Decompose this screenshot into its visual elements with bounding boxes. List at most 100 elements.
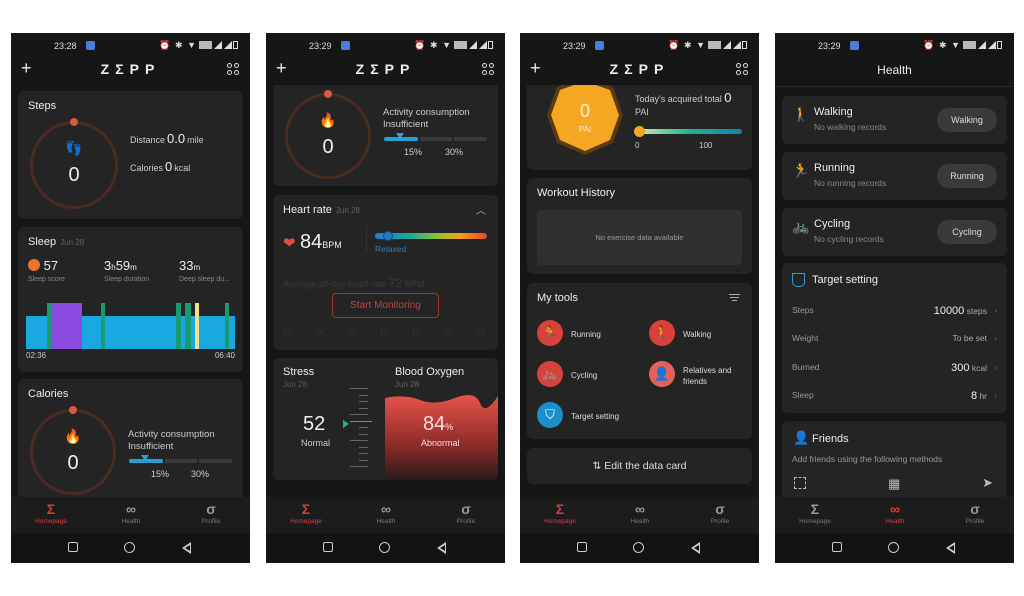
sleep-score: 57 Sleep score <box>28 258 65 283</box>
workout-history-card[interactable]: Workout History No exercise data availab… <box>527 178 752 274</box>
tab-health[interactable]: ∞ Health <box>356 500 416 525</box>
pai-scale-max: 100 <box>699 141 713 150</box>
sort-menu-icon[interactable] <box>729 294 740 301</box>
screen-homepage-1: 23:28 ⏰ ✱ ▼ + ZΣPP Steps 👣 0 Distance 0.0… <box>11 33 250 563</box>
heart-rate-zone-bar <box>375 231 487 241</box>
steps-value: 0 <box>68 164 80 186</box>
hr-axis-label: 24 <box>475 328 485 337</box>
qr-code-icon[interactable]: ▦ <box>888 476 900 492</box>
heart-rate-title: Heart rate Jun 28 <box>283 204 360 216</box>
apps-grid-icon[interactable] <box>227 63 239 75</box>
tab-profile[interactable]: σ Profile <box>945 500 1005 525</box>
send-icon[interactable]: ➤ <box>982 475 993 491</box>
target-row-burned[interactable]: Burned 300 kcal › <box>792 362 997 376</box>
health-icon: ∞ <box>126 501 136 517</box>
sort-arrows-icon: ⇅ <box>592 460 602 472</box>
running-button[interactable]: Running <box>937 164 997 188</box>
sigma-icon: Σ <box>301 501 311 517</box>
tab-profile[interactable]: σ Profile <box>181 500 241 525</box>
back-button[interactable] <box>946 542 955 554</box>
tab-homepage[interactable]: Σ Homepage <box>276 500 336 525</box>
stress-oxygen-card[interactable]: Stress Jun 28 52 Normal Blood Oxygen Jun… <box>273 358 498 480</box>
workout-history-title: Workout History <box>537 187 616 199</box>
tab-homepage[interactable]: Σ Homepage <box>21 500 81 525</box>
tab-health[interactable]: ∞ Health <box>101 500 161 525</box>
sleep-stage-chart <box>26 303 235 349</box>
hr-axis-label: 12 <box>379 328 389 337</box>
status-icons: ⏰ ✱ ▼ <box>414 40 493 51</box>
chevron-right-icon: › <box>994 305 997 315</box>
running-row[interactable]: 🏃 Running No running records Running <box>782 152 1007 200</box>
target-row-weight[interactable]: Weight To be set › <box>792 333 997 347</box>
screen-homepage-2: 23:29 ⏰ ✱ ▼ + ZΣPP 🔥 0 Activity consumpt… <box>266 33 505 563</box>
sleep-card[interactable]: Sleep Jun 28 57 Sleep score 3h59m Sleep d… <box>18 227 243 372</box>
tab-homepage[interactable]: Σ Homepage <box>785 500 845 525</box>
status-time: 23:29 <box>309 41 332 51</box>
tab-health[interactable]: ∞ Health <box>610 500 670 525</box>
back-button[interactable] <box>437 542 446 554</box>
recents-button[interactable] <box>832 542 842 552</box>
walking-button[interactable]: Walking <box>937 108 997 132</box>
home-button[interactable] <box>124 542 135 553</box>
app-bar: Health <box>775 57 1014 87</box>
calories-card[interactable]: Calories 🔥 0 Activity consumption Insuffi… <box>18 379 243 509</box>
back-button[interactable] <box>691 542 700 554</box>
mark-15: 15% <box>151 469 170 479</box>
collapse-chevron-icon[interactable]: ︿ <box>476 202 486 217</box>
status-bar: 23:29 ⏰ ✱ ▼ <box>775 33 1014 57</box>
calories-title: Calories <box>28 388 69 400</box>
pai-today: Today's acquired total 0 PAI <box>635 90 732 117</box>
cycling-row[interactable]: 🚲 Cycling No cycling records Cycling <box>782 208 1007 256</box>
pai-label: PAI <box>578 125 592 134</box>
home-button[interactable] <box>633 542 644 553</box>
stress-tick <box>359 427 368 428</box>
home-button[interactable] <box>379 542 390 553</box>
blood-oxygen-date: Jun 28 <box>395 380 420 389</box>
app-bar: + ZΣPP <box>266 57 505 83</box>
recents-button[interactable] <box>323 542 333 552</box>
cycling-button[interactable]: Cycling <box>937 220 997 244</box>
stress-tick <box>359 446 368 448</box>
flame-icon: 🔥 <box>64 428 82 444</box>
stress-pointer <box>343 420 349 428</box>
steps-card[interactable]: Steps 👣 0 Distance 0.0 mile Calories 0 kcal <box>18 91 243 219</box>
app-bar: + ZΣPP <box>520 57 759 83</box>
apps-grid-icon[interactable] <box>482 63 494 75</box>
heart-rate-card[interactable]: Heart rate Jun 28 ︿ ❤ 84BPM Relaxed Avera… <box>273 195 498 350</box>
stress-tick <box>350 466 368 467</box>
cycling-icon: 🚲 <box>537 361 563 387</box>
hr-axis-label: 04 <box>315 328 325 337</box>
notification-icon <box>341 41 350 50</box>
target-row-sleep[interactable]: Sleep 8 hr › <box>792 390 997 404</box>
apps-grid-icon[interactable] <box>736 63 748 75</box>
stress-panel[interactable]: Stress Jun 28 52 Normal <box>273 358 381 480</box>
tab-profile[interactable]: σ Profile <box>436 500 496 525</box>
tab-homepage[interactable]: Σ Homepage <box>530 500 590 525</box>
home-button[interactable] <box>888 542 899 553</box>
hr-axis-label: 16 <box>411 328 421 337</box>
pai-card[interactable]: 0 PAI Today's acquired total 0 PAI 0 100 <box>527 85 752 170</box>
recents-button[interactable] <box>577 542 587 552</box>
friends-title: Friends <box>812 433 849 445</box>
recents-button[interactable] <box>68 542 78 552</box>
status-time: 23:29 <box>563 41 586 51</box>
status-time: 23:28 <box>54 41 77 51</box>
status-bar: 23:29 ⏰ ✱ ▼ <box>266 33 505 57</box>
start-monitoring-button[interactable]: Start Monitoring <box>332 293 439 318</box>
edit-data-card-button[interactable]: ⇅ Edit the data card <box>527 448 752 484</box>
bottom-tab-bar: Σ Homepage ∞ Health σ Profile <box>775 497 1014 533</box>
target-setting-card: Target setting Steps 10000 steps › Weight T… <box>782 263 1007 413</box>
walking-row[interactable]: 🚶 Walking No walking records Walking <box>782 96 1007 144</box>
status-icons: ⏰ ✱ ▼ <box>159 40 238 51</box>
tab-profile[interactable]: σ Profile <box>690 500 750 525</box>
calories-card[interactable]: 🔥 0 Activity consumption Insufficient 15%… <box>273 85 498 186</box>
app-logo: ZΣPP <box>100 61 161 77</box>
scan-icon[interactable] <box>794 477 806 489</box>
sigma-icon: Σ <box>46 501 56 517</box>
stress-status: Normal <box>301 438 331 448</box>
app-bar: + ZΣPP <box>11 57 250 83</box>
tab-health[interactable]: ∞ Health <box>865 500 925 525</box>
back-button[interactable] <box>182 542 191 554</box>
target-row-steps[interactable]: Steps 10000 steps › <box>792 305 997 319</box>
blood-oxygen-panel[interactable]: Blood Oxygen Jun 28 84% Abnormal <box>385 358 498 480</box>
